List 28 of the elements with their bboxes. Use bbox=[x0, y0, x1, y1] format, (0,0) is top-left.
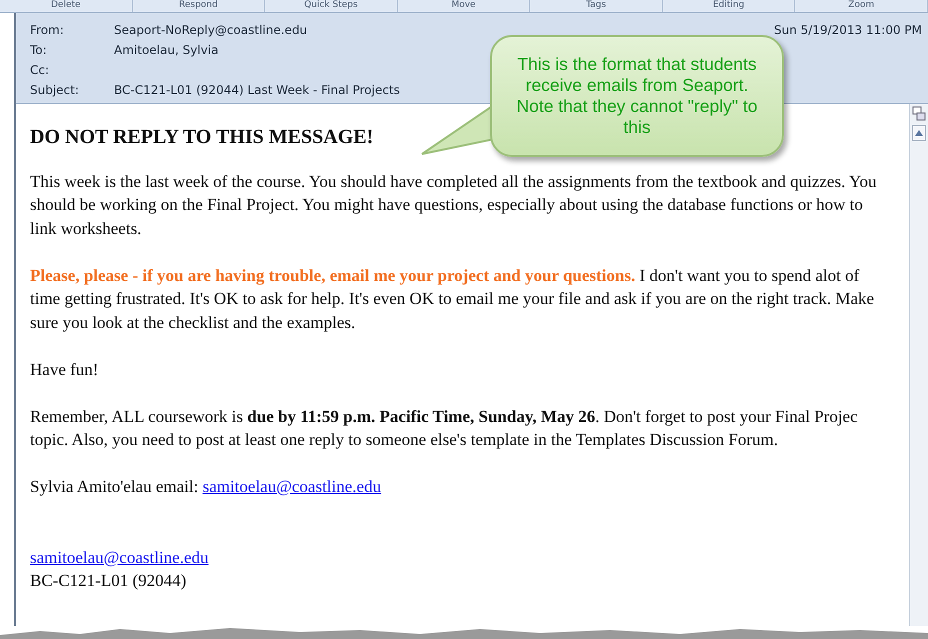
callout-note: This is the format that students receive emails from Seaport. Note that they cannot "reply" to this bbox=[490, 35, 784, 157]
ribbon-group-label: Quick Steps bbox=[265, 0, 398, 12]
ribbon-group-label: Delete bbox=[0, 0, 133, 12]
message-paragraph: Please, please - if you are having trouble, email me your project and your questions. I don't want you to spend alot of time getting frustrated. It's OK to ask for help. It's even OK to email me your file and ask if you are on the right track. Make sure you look at the checklist and the examples. bbox=[30, 264, 876, 334]
course-code: BC-C121-L01 (92044) bbox=[30, 570, 186, 592]
header-label: From: bbox=[30, 23, 64, 37]
ribbon-group-label: Tags bbox=[530, 0, 663, 12]
message-heading: DO NOT REPLY TO THIS MESSAGE! bbox=[30, 126, 374, 150]
signature-text: Sylvia Amito'elau email: bbox=[30, 477, 200, 496]
scroll-up-icon[interactable] bbox=[912, 125, 926, 141]
email-link[interactable]: samitoelau@coastline.edu bbox=[30, 548, 209, 566]
ribbon-group-label: Zoom bbox=[795, 0, 928, 12]
header-value: BC-C121-L01 (92044) Last Week - Final Projects bbox=[114, 83, 400, 97]
message-paragraph: Remember, ALL coursework is due by 11:59 p.m. Pacific Time, Sunday, May 26. Don't forget to post your Final Projec topic. Also, you need to post at least one reply to someone else's template in the Templates Discussion Forum. bbox=[30, 406, 859, 451]
scrollbar[interactable] bbox=[909, 104, 928, 626]
email-link[interactable]: samitoelau@coastline.edu bbox=[202, 477, 382, 496]
ribbon-group-label: Respond bbox=[132, 0, 266, 12]
ribbon-group-label: Move bbox=[398, 0, 530, 12]
sent-date: Sun 5/19/2013 11:00 PM bbox=[774, 23, 923, 37]
message-paragraph: Have fun! bbox=[30, 358, 100, 380]
header-value: Seaport-NoReply@coastline.edu bbox=[114, 23, 308, 37]
header-label: Subject: bbox=[30, 83, 79, 97]
window-icon[interactable] bbox=[912, 106, 926, 122]
ribbon-group-label: Editing bbox=[662, 0, 796, 12]
message-paragraph: This week is the last week of the course. You should have completed all the assignments from the textbook and quizzes. You should be working on the Final Project. You might have questions, especially about using the database functions or how to link worksheets. bbox=[30, 170, 878, 240]
header-label: Cc: bbox=[30, 63, 50, 77]
header-value: Amitoelau, Sylvia bbox=[114, 43, 218, 57]
header-label: To: bbox=[30, 43, 47, 57]
